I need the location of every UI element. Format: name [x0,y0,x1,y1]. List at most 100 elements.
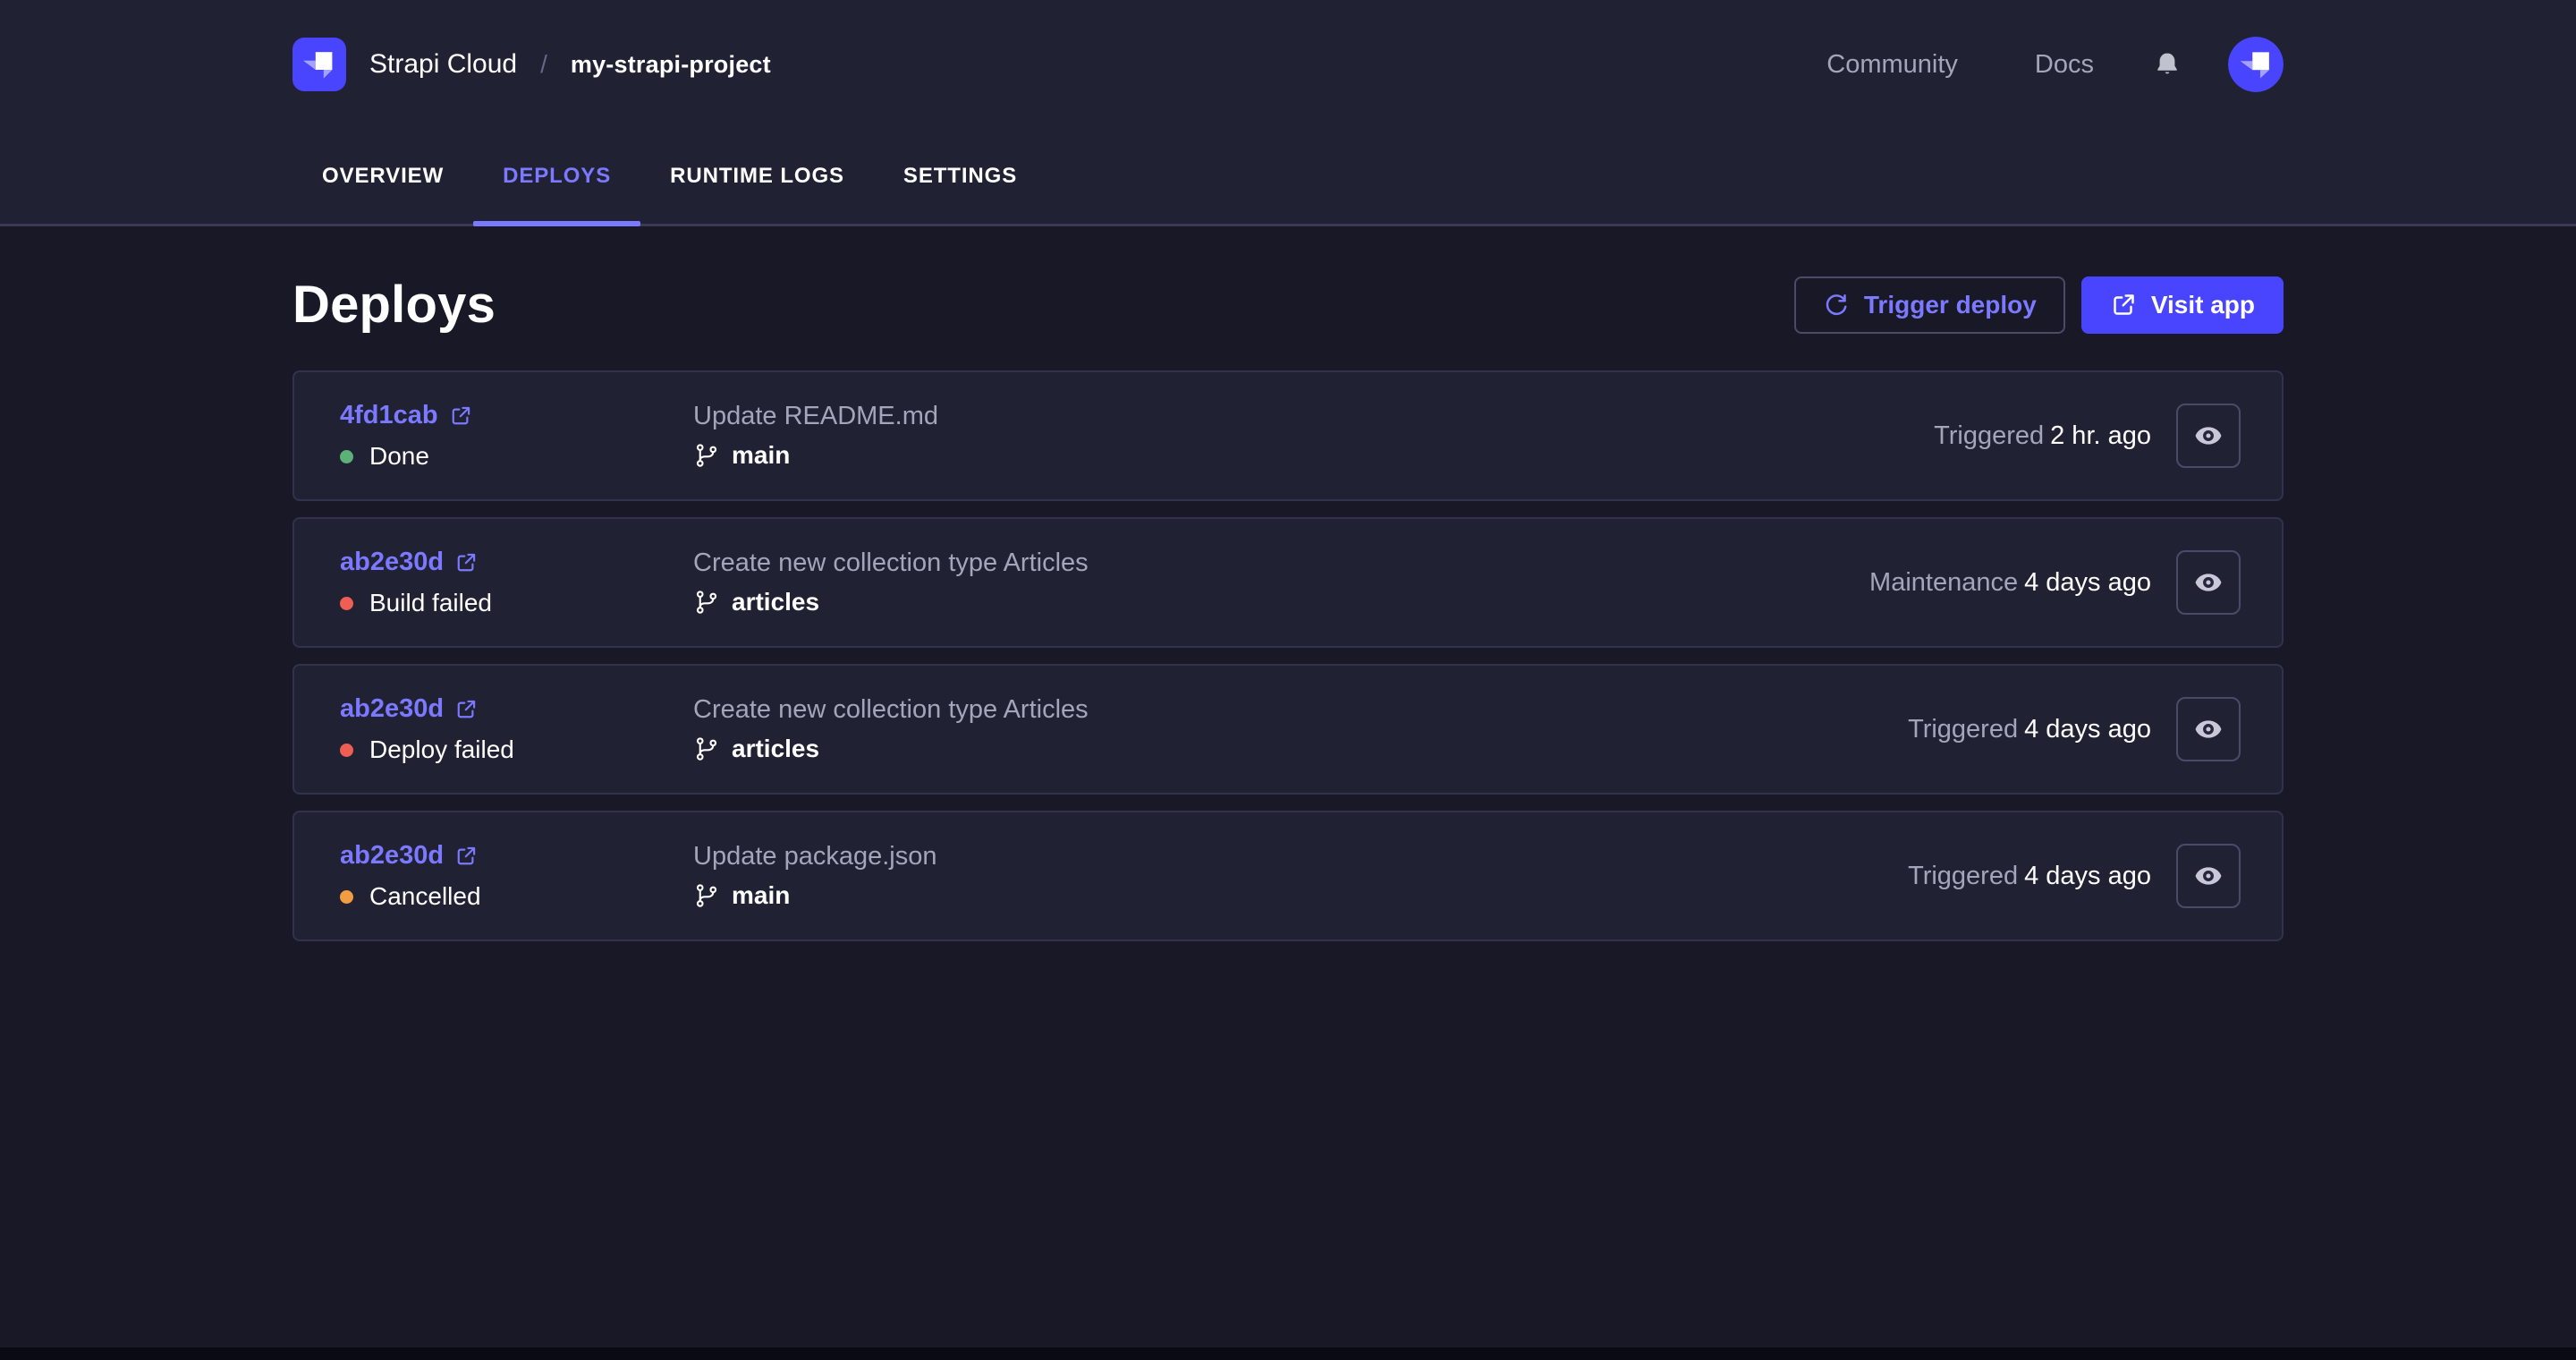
view-deploy-button[interactable] [2176,697,2241,761]
main-content: Deploys Trigger deploy Visit app 4fd1cab… [0,226,2576,1347]
deploy-list: 4fd1cab Done Update README.md main Trigg… [292,370,2284,941]
status-dot [340,596,353,610]
tab-label: SETTINGS [902,164,1018,188]
commit-hash-link[interactable]: ab2e30d [340,694,478,724]
eye-icon [2195,574,2222,591]
external-link-icon [452,406,470,424]
commit-message: Create new collection type Articles [693,548,1089,577]
page-actions: Trigger deploy Visit app [1793,276,2284,334]
page-title: Deploys [292,276,496,334]
deploy-row: ab2e30d Cancelled Update package.json ma… [292,811,2284,941]
time-ago: 4 days ago [2024,567,2151,597]
view-deploy-button[interactable] [2176,844,2241,908]
project-name: my-strapi-project [570,50,771,78]
strapi-cloud-app: Strapi Cloud / my-strapi-project Communi… [0,0,2576,1360]
commit-column: Update README.md main [693,402,1934,470]
commit-column: Create new collection type Articles arti [693,695,1908,763]
commit-hash-link[interactable]: ab2e30d [340,548,478,577]
status-label: Build failed [369,589,492,616]
eye-icon [2195,427,2222,445]
brand-name: Strapi Cloud [369,49,518,79]
strapi-logo[interactable] [292,38,346,91]
visit-app-label: Visit app [2150,290,2255,319]
commit-message: Update package.json [693,842,937,871]
status-dot [340,743,353,757]
trigger-type-label: Triggered [1908,714,2019,744]
branch-name: articles [732,588,820,616]
git-branch-icon [696,444,717,467]
trigger-type-label: Maintenance [1869,567,2019,597]
status-label: Deploy failed [369,735,514,763]
deploy-id-column: ab2e30d Cancelled [340,841,693,911]
deploy-time: Maintenance 4 days ago [1869,568,2151,598]
deploy-id-column: ab2e30d Deploy failed [340,694,693,764]
status-label: Done [369,442,429,470]
deploy-meta-column: Maintenance 4 days ago [1869,550,2241,615]
time-ago: 4 days ago [2024,714,2151,744]
nav-community[interactable]: Community [1826,50,1958,80]
visit-app-button[interactable]: Visit app [2080,276,2284,334]
time-ago: 2 hr. ago [2050,421,2151,450]
git-branch-icon [696,884,717,907]
eye-icon [2195,867,2222,885]
view-deploy-button[interactable] [2176,404,2241,468]
branch-name: articles [732,735,820,762]
deploy-time: Triggered 4 days ago [1908,862,2151,891]
deploy-meta-column: Triggered 4 days ago [1908,844,2241,908]
status-label: Cancelled [369,882,481,910]
view-deploy-button[interactable] [2176,550,2241,615]
time-ago: 4 days ago [2024,861,2151,890]
deploy-meta-column: Triggered 2 hr. ago [1934,404,2241,468]
tab-deploys[interactable]: DEPLOYS [473,129,641,226]
commit-hash-link[interactable]: ab2e30d [340,841,478,871]
commit-hash: ab2e30d [340,694,445,723]
trigger-deploy-button[interactable]: Trigger deploy [1793,276,2065,334]
deploy-meta-column: Triggered 4 days ago [1908,697,2241,761]
external-link-icon [457,846,476,864]
commit-hash: ab2e30d [340,548,445,576]
commit-message: Update README.md [693,402,938,430]
bell-icon [2157,53,2177,74]
page-head: Deploys Trigger deploy Visit app [292,275,2284,335]
top-band: Strapi Cloud / my-strapi-project Communi… [0,0,2576,226]
strapi-avatar-icon [2228,37,2284,92]
trigger-type-label: Triggered [1908,861,2019,890]
tab-label: RUNTIME LOGS [670,164,844,188]
deploy-row: 4fd1cab Done Update README.md main Trigg… [292,370,2284,501]
eye-icon [2195,720,2222,738]
external-link-icon [457,553,476,571]
git-branch-icon [696,591,717,614]
external-link-icon [2114,293,2134,315]
project-tabs: OVERVIEW DEPLOYS RUNTIME LOGS SETTINGS [292,129,2284,226]
branch-name: main [732,881,791,909]
tab-settings[interactable]: SETTINGS [874,129,1046,224]
deploy-row: ab2e30d Deploy failed Create new collect… [292,664,2284,795]
commit-message: Create new collection type Articles [693,695,1089,724]
deploy-time: Triggered 2 hr. ago [1934,421,2151,451]
status-dot [340,449,353,463]
nav-docs[interactable]: Docs [2035,50,2094,80]
tab-label: DEPLOYS [503,164,612,188]
status-dot [340,889,353,904]
external-link-icon [457,700,476,718]
commit-hash-link[interactable]: 4fd1cab [340,401,472,430]
window-bottom-edge [0,1347,2576,1360]
header-nav: Community Docs [1826,37,2284,92]
branch-name: main [732,441,791,469]
commit-column: Update package.json main [693,842,1908,910]
tab-runtime-logs[interactable]: RUNTIME LOGS [640,129,874,224]
commit-hash: 4fd1cab [340,401,438,429]
tab-overview[interactable]: OVERVIEW [292,129,473,224]
git-branch-icon [696,737,717,761]
deploy-id-column: 4fd1cab Done [340,401,693,471]
user-avatar[interactable] [2228,37,2284,92]
strapi-logo-icon [292,38,346,91]
deploy-row: ab2e30d Build failed Create new collecti… [292,517,2284,648]
breadcrumb-separator: / [540,50,547,78]
breadcrumb: Strapi Cloud / my-strapi-project [292,38,771,91]
refresh-icon [1826,293,1847,315]
notifications-button[interactable] [2153,50,2182,79]
trigger-deploy-label: Trigger deploy [1863,290,2037,319]
deploy-id-column: ab2e30d Build failed [340,548,693,617]
trigger-type-label: Triggered [1934,421,2045,450]
